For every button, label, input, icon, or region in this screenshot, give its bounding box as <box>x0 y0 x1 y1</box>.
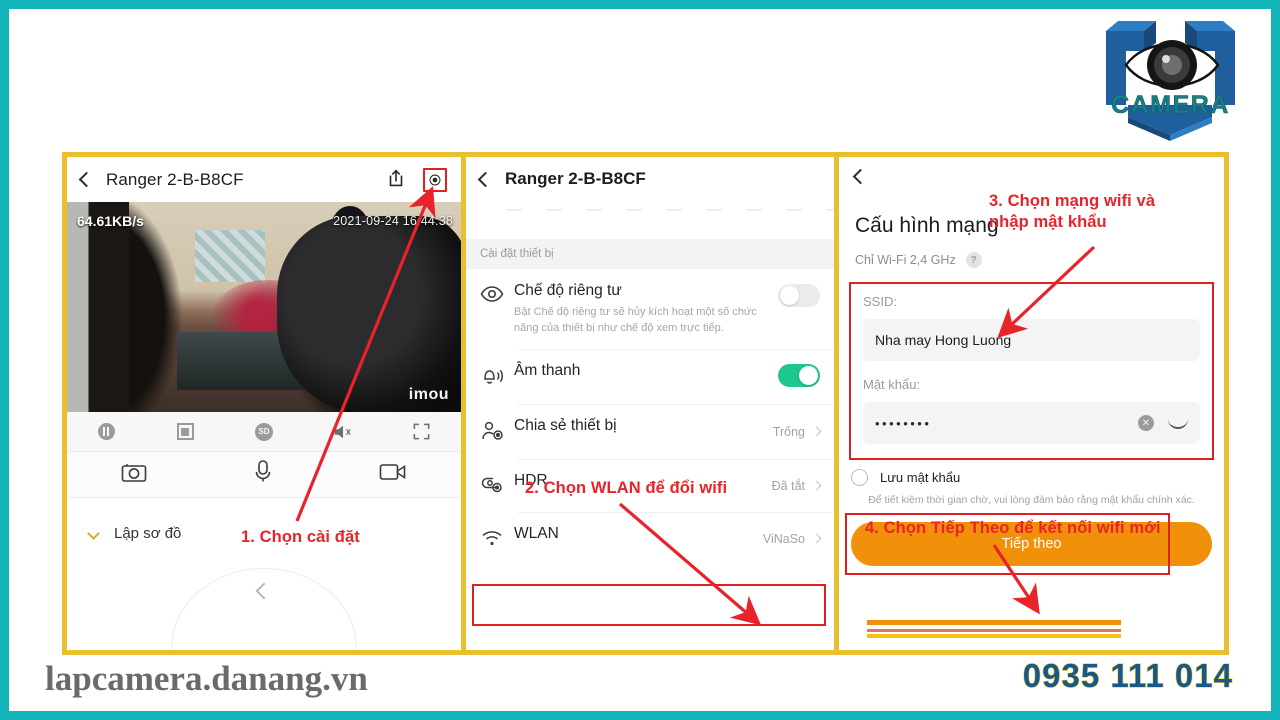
wifi-band-note: Chỉ Wi-Fi 2,4 GHz <box>855 253 956 267</box>
callout-step-2: 2. Chọn WLAN để đổi wifi <box>525 479 728 497</box>
pause-button[interactable] <box>95 421 117 443</box>
password-hint-note: Để tiết kiệm thời gian chờ, vui lòng đảm… <box>868 494 1195 506</box>
bottom-sheet-handle[interactable] <box>171 568 357 650</box>
privacy-mode-row[interactable]: Chế độ riêng tư Bật Chế độ riêng tư sẽ h… <box>466 269 834 349</box>
camera-eye-logo-icon <box>1106 21 1235 141</box>
share-device-value: Trống <box>772 424 805 439</box>
share-icon[interactable] <box>385 168 409 192</box>
help-question-icon[interactable]: ? <box>965 252 982 268</box>
wlan-highlight-box <box>472 584 826 626</box>
password-input[interactable]: •••••••• ✕ <box>863 402 1200 444</box>
sound-row[interactable]: Âm thanh <box>466 348 834 404</box>
password-value: •••••••• <box>875 415 932 431</box>
chevron-right-icon <box>811 426 822 437</box>
callout-step-3: 3. Chọn mạng wifi và nhập mật khẩu <box>989 192 1156 231</box>
website-text: lapcamera.danang.vn <box>45 659 368 698</box>
eye-icon <box>480 282 514 308</box>
callout-step-1: 1. Chọn cài đặt <box>241 528 360 546</box>
panel2-spacer <box>466 223 834 239</box>
chevron-down-icon <box>87 526 100 540</box>
live-video-feed[interactable]: 64.61KB/s 2021-09-24 16:44:38 imou <box>67 202 461 412</box>
wlan-row[interactable]: WLAN ViNaSo <box>466 511 834 565</box>
snapshot-button[interactable] <box>120 460 148 489</box>
chevron-right-icon <box>811 480 822 491</box>
save-password-checkbox[interactable] <box>851 469 868 486</box>
panel2-topbar: Ranger 2-B-B8CF <box>466 157 834 201</box>
wifi-credentials-highlight: SSID: Nha may Hong Luong Mật khẩu: •••••… <box>849 282 1214 460</box>
panel1-title: Ranger 2-B-B8CF <box>106 169 244 189</box>
mute-button[interactable] <box>332 421 354 443</box>
bitrate-label: 64.61KB/s <box>77 213 144 229</box>
panel-live-view: Ranger 2-B-B8CF 64.61KB/s 2021-09-24 16:… <box>62 152 466 655</box>
brand-logo: CAMERA <box>1088 13 1253 141</box>
network-config-subtitle-row: Chỉ Wi-Fi 2,4 GHz ? <box>855 252 1208 268</box>
panel2-scroll-remnant <box>466 201 834 223</box>
save-password-label: Lưu mật khẩu <box>880 470 961 485</box>
privacy-mode-title: Chế độ riêng tư <box>514 282 622 299</box>
phone-number-text: 0935 111 014 <box>1022 656 1233 694</box>
hdr-value: Đã tắt <box>771 478 805 493</box>
save-password-row[interactable]: Lưu mật khẩu <box>839 460 1224 486</box>
privacy-mode-toggle[interactable] <box>778 284 820 307</box>
wlan-value: ViNaSo <box>762 531 805 546</box>
quality-sd-button[interactable]: SD <box>253 421 275 443</box>
panel2-title: Ranger 2-B-B8CF <box>505 169 646 188</box>
hdr-icon <box>480 472 514 500</box>
playback-controls: SD <box>67 412 461 452</box>
record-button[interactable] <box>174 421 196 443</box>
wifi-icon <box>480 525 514 553</box>
video-door <box>67 202 129 412</box>
privacy-mode-desc: Bật Chế độ riêng tư sẽ hủy kích hoạt một… <box>514 306 757 334</box>
chevron-up-icon <box>255 582 273 600</box>
logo-wordmark: CAMERA <box>1111 91 1230 120</box>
poster-root: CAMERA Ranger 2-B-B8CF 64.61KB/s 2021-09… <box>0 0 1280 720</box>
tool-row <box>67 452 461 498</box>
footer-stripe-red <box>867 629 1121 632</box>
imou-watermark: imou <box>408 386 449 403</box>
video-wall-tiles <box>195 230 265 282</box>
record-video-button[interactable] <box>378 461 408 488</box>
ssid-label: SSID: <box>863 294 897 309</box>
panel1-topbar: Ranger 2-B-B8CF <box>67 157 461 202</box>
back-icon[interactable] <box>852 168 869 185</box>
callout-step-4: 4. Chọn Tiếp Theo để kết nối wifi mới <box>865 519 1161 537</box>
footer-stripe-orange <box>867 620 1121 625</box>
wlan-title: WLAN <box>514 524 559 542</box>
back-icon[interactable] <box>477 171 494 187</box>
clear-x-icon[interactable]: ✕ <box>1138 415 1154 431</box>
layout-row-label: Lập sơ đồ <box>114 524 182 542</box>
fullscreen-button[interactable] <box>411 421 433 443</box>
panel2-section-header: Cài đặt thiết bị <box>466 239 834 269</box>
footer-stripe-yellow <box>867 634 1121 638</box>
password-label: Mật khẩu: <box>863 377 921 392</box>
ssid-value: Nha may Hong Luong <box>875 332 1012 348</box>
bell-sound-icon <box>480 362 514 392</box>
video-motorbike <box>277 216 461 412</box>
back-icon[interactable] <box>78 171 95 188</box>
sound-title: Âm thanh <box>514 361 581 379</box>
share-device-row[interactable]: Chia sẻ thiết bị Trống <box>466 403 834 459</box>
share-device-title: Chia sẻ thiết bị <box>514 416 617 434</box>
chevron-right-icon <box>811 533 822 544</box>
settings-gear-icon[interactable] <box>423 167 447 192</box>
footer-bar: lapcamera.danang.vn 0935 111 014 <box>9 620 1271 711</box>
ssid-input[interactable]: Nha may Hong Luong <box>863 319 1200 361</box>
sound-toggle[interactable] <box>778 363 820 387</box>
panel-device-settings: Ranger 2-B-B8CF Cài đặt thiết bị Chế độ … <box>466 152 839 655</box>
eye-closed-icon[interactable] <box>1168 418 1188 429</box>
person-share-icon <box>480 417 514 447</box>
video-timestamp: 2021-09-24 16:44:38 <box>333 214 453 228</box>
microphone-button[interactable] <box>253 459 273 490</box>
